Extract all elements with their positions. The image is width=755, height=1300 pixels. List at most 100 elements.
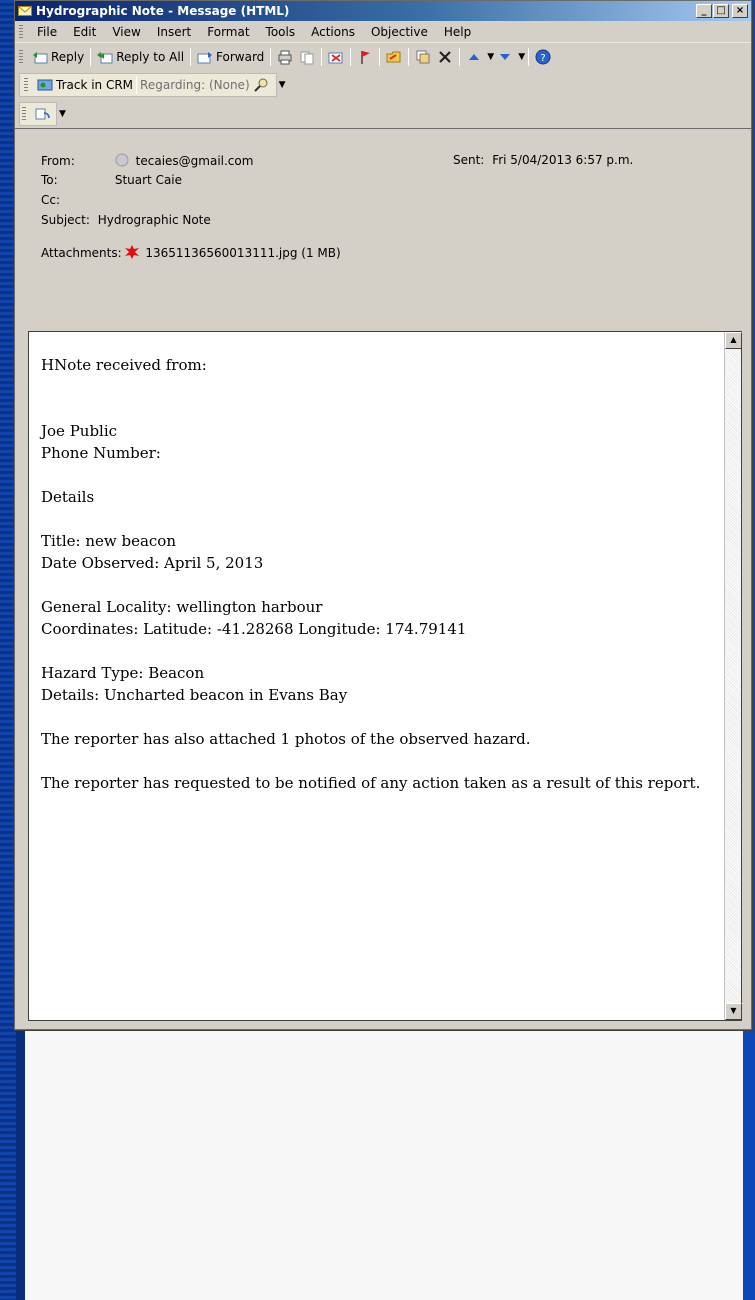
- to-value[interactable]: Stuart Caie: [115, 173, 182, 187]
- coordinates: Coordinates: Latitude: -41.28268 Longitu…: [41, 620, 467, 638]
- hazard-type: Hazard Type: Beacon: [41, 664, 205, 682]
- toolbar-separator: [270, 48, 272, 66]
- from-label: From:: [41, 154, 75, 168]
- categorize-icon[interactable]: [415, 49, 431, 65]
- copy-icon[interactable]: [299, 49, 315, 65]
- move-to-folder-icon[interactable]: [328, 49, 344, 65]
- toolbar-separator: [136, 76, 138, 94]
- svg-text:?: ?: [540, 53, 545, 64]
- subject-value: Hydrographic Note: [97, 213, 211, 227]
- crm-group: Track in CRM Regarding: (None): [19, 73, 277, 97]
- previous-item-icon[interactable]: [466, 49, 482, 65]
- menu-view[interactable]: View: [104, 25, 148, 39]
- attachment-file[interactable]: 13651136560013111.jpg (1 MB): [145, 246, 340, 260]
- title-bar[interactable]: Hydrographic Note - Message (HTML) _ □ ×: [15, 1, 751, 21]
- toolbar-options-icon[interactable]: ▼: [279, 80, 286, 90]
- details-heading: Details: [41, 488, 95, 506]
- scroll-down-button[interactable]: ▼: [725, 1003, 742, 1020]
- forward-icon: [197, 52, 213, 64]
- toolbar-separator: [459, 48, 461, 66]
- notify-note: The reporter has requested to be notifie…: [41, 774, 701, 792]
- toolbar-separator: [528, 48, 530, 66]
- print-icon[interactable]: [277, 49, 293, 65]
- attachments-row: Attachments: 13651136560013111.jpg (1 MB…: [41, 245, 341, 260]
- reply-all-icon: [97, 52, 113, 64]
- menu-insert[interactable]: Insert: [149, 25, 199, 39]
- menu-objective[interactable]: Objective: [363, 25, 436, 39]
- sent-value: Fri 5/04/2013 6:57 p.m.: [492, 153, 634, 167]
- message-body[interactable]: HNote received from: Joe Public Phone Nu…: [28, 331, 742, 1021]
- attachments-label: Attachments:: [41, 246, 122, 260]
- menu-bar: File Edit View Insert Format Tools Actio…: [15, 21, 751, 43]
- reply-label: Reply: [51, 50, 85, 64]
- cc-row: Cc:: [41, 193, 111, 207]
- to-label: To:: [41, 173, 58, 187]
- message-header: From: tecaies@gmail.com To: Stuart Caie …: [15, 129, 751, 274]
- close-button[interactable]: ×: [732, 4, 748, 18]
- menu-help[interactable]: Help: [436, 25, 479, 39]
- sync-icon[interactable]: [35, 106, 51, 122]
- photos-note: The reporter has also attached 1 photos …: [41, 730, 531, 748]
- grip-handle[interactable]: [19, 50, 23, 64]
- forward-button[interactable]: Forward: [194, 46, 267, 68]
- date-observed: Date Observed: April 5, 2013: [41, 554, 264, 572]
- general-locality: General Locality: wellington harbour: [41, 598, 323, 616]
- to-row: To: Stuart Caie: [41, 173, 182, 187]
- next-item-icon[interactable]: [497, 49, 513, 65]
- forward-label: Forward: [216, 50, 265, 64]
- chevron-down-icon[interactable]: ▼: [518, 52, 525, 62]
- standard-toolbar: Reply Reply to All Forward ▼ ▼ ?: [15, 43, 751, 71]
- message-window: Hydrographic Note - Message (HTML) _ □ ×…: [14, 0, 752, 1030]
- presence-icon: [115, 153, 129, 167]
- subject-label: Subject:: [41, 213, 90, 227]
- grip-handle[interactable]: [19, 24, 23, 39]
- toolbar-separator: [90, 48, 92, 66]
- envelope-icon: [18, 6, 32, 16]
- from-value[interactable]: tecaies@gmail.com: [136, 154, 254, 168]
- reply-button[interactable]: Reply: [29, 46, 87, 68]
- chevron-down-icon[interactable]: ▼: [487, 52, 494, 62]
- delete-icon[interactable]: [437, 49, 453, 65]
- body-line: HNote received from:: [41, 356, 207, 374]
- menu-tools[interactable]: Tools: [258, 25, 304, 39]
- grip-handle[interactable]: [22, 106, 26, 121]
- crm-icon: [37, 79, 53, 91]
- regarding-field[interactable]: Regarding: (None): [140, 78, 250, 92]
- extra-toolbar: ▼: [15, 99, 751, 129]
- cc-label: Cc:: [41, 193, 61, 207]
- toolbar-options-icon[interactable]: ▼: [59, 109, 66, 119]
- track-in-crm-button[interactable]: Track in CRM: [56, 78, 133, 92]
- crm-toolbar: Track in CRM Regarding: (None) ▼: [15, 71, 751, 99]
- lookup-icon[interactable]: [253, 77, 269, 93]
- sent-row: Sent: Fri 5/04/2013 6:57 p.m.: [453, 153, 633, 167]
- small-group: [19, 101, 57, 126]
- help-icon[interactable]: ?: [535, 49, 551, 65]
- scroll-up-button[interactable]: ▲: [725, 332, 742, 349]
- minimize-button[interactable]: _: [696, 4, 712, 18]
- from-row: From: tecaies@gmail.com: [41, 153, 253, 168]
- maximize-button[interactable]: □: [713, 4, 729, 18]
- open-folder-icon[interactable]: [386, 49, 402, 65]
- toolbar-separator: [350, 48, 352, 66]
- hazard-details: Details: Uncharted beacon in Evans Bay: [41, 686, 348, 704]
- menu-file[interactable]: File: [29, 25, 65, 39]
- blank-panel: [25, 1030, 743, 1300]
- flag-icon[interactable]: [357, 49, 373, 65]
- reply-all-label: Reply to All: [116, 50, 185, 64]
- toolbar-separator: [379, 48, 381, 66]
- toolbar-separator: [321, 48, 323, 66]
- sent-label: Sent:: [453, 153, 485, 167]
- subject-row: Subject: Hydrographic Note: [41, 213, 211, 227]
- toolbar-separator: [190, 48, 192, 66]
- menu-edit[interactable]: Edit: [65, 25, 104, 39]
- reply-all-button[interactable]: Reply to All: [94, 46, 187, 68]
- menu-format[interactable]: Format: [199, 25, 257, 39]
- message-text: HNote received from: Joe Public Phone Nu…: [41, 354, 721, 794]
- menu-actions[interactable]: Actions: [303, 25, 363, 39]
- vertical-scrollbar[interactable]: ▲ ▼: [724, 332, 742, 1020]
- note-title: Title: new beacon: [41, 532, 176, 550]
- reporter-name: Joe Public: [41, 422, 118, 440]
- grip-handle[interactable]: [24, 78, 28, 92]
- toolbar-separator: [408, 48, 410, 66]
- window-title: Hydrographic Note - Message (HTML): [36, 4, 290, 18]
